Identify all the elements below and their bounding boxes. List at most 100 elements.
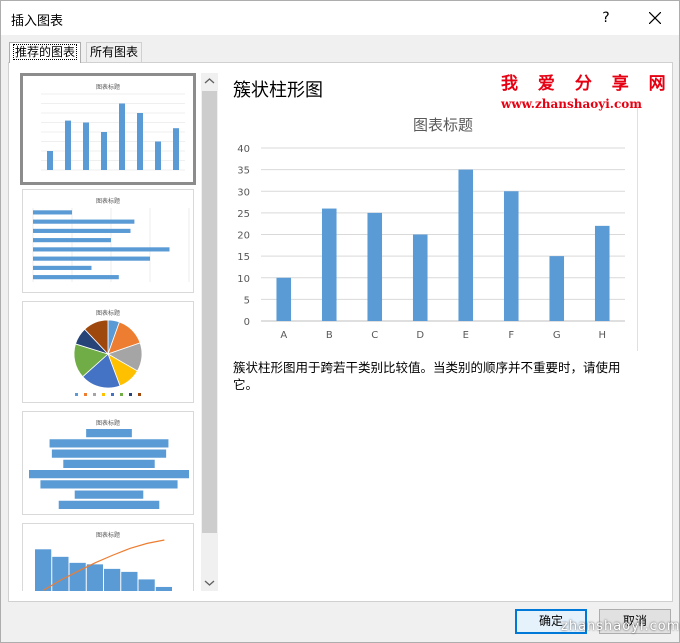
x-tick-label: H bbox=[598, 330, 606, 341]
title-bar: 插入图表 ? bbox=[1, 1, 679, 35]
x-tick-label: D bbox=[416, 330, 424, 341]
bar bbox=[33, 228, 131, 233]
x-tick-label: B bbox=[326, 330, 333, 341]
bar bbox=[458, 169, 474, 321]
legend-swatch bbox=[75, 393, 78, 396]
y-tick-label: 35 bbox=[237, 166, 250, 177]
preview-column-chart: 图表标题 0 5 10 15 20 25 30 35 40 A B C D E F G H bbox=[237, 116, 625, 341]
x-tick-label: G bbox=[553, 330, 561, 341]
legend-swatch bbox=[120, 393, 123, 396]
bar bbox=[155, 141, 161, 170]
bar bbox=[29, 470, 189, 479]
y-tick-label: 10 bbox=[237, 274, 250, 285]
bar bbox=[33, 247, 170, 252]
scroll-up-button[interactable] bbox=[201, 73, 218, 90]
tab-recommended-charts[interactable]: 推荐的图表 bbox=[9, 42, 82, 63]
bar bbox=[549, 256, 565, 321]
x-tick-label: F bbox=[508, 330, 514, 341]
dialog-title: 插入图表 bbox=[11, 14, 64, 29]
x-tick-label: C bbox=[371, 330, 378, 341]
thumbnail-bar-chart bbox=[32, 208, 190, 282]
y-tick-label: 15 bbox=[237, 252, 250, 263]
y-tick-label: 5 bbox=[244, 295, 250, 306]
bar bbox=[35, 549, 52, 591]
y-tick-label: 40 bbox=[237, 144, 250, 155]
y-tick-label: 25 bbox=[237, 209, 250, 220]
legend-swatch bbox=[102, 393, 105, 396]
chart-preview: 图表标题 0 5 10 15 20 25 30 35 40 A B C D E F G H bbox=[233, 101, 638, 351]
bar bbox=[74, 490, 144, 499]
bar bbox=[137, 113, 143, 170]
bar bbox=[52, 556, 69, 591]
thumbnail-funnel-chart bbox=[29, 429, 189, 509]
tab-label: 推荐的图表 bbox=[13, 44, 78, 60]
bar bbox=[65, 120, 71, 170]
bar bbox=[138, 579, 155, 591]
thumbnail-pareto-chart bbox=[35, 539, 172, 591]
bar bbox=[58, 500, 160, 509]
y-tick-label: 30 bbox=[237, 187, 250, 198]
chart-title: 图表标题 bbox=[413, 116, 473, 134]
thumbnail-clustered-bar[interactable]: 图表标题 bbox=[22, 189, 194, 293]
close-icon bbox=[649, 12, 661, 24]
scroll-thumb[interactable] bbox=[202, 91, 217, 533]
scroll-down-button[interactable] bbox=[201, 574, 218, 591]
y-tick-label: 20 bbox=[237, 231, 250, 242]
close-button[interactable] bbox=[637, 1, 673, 35]
bar bbox=[503, 191, 519, 321]
thumbnail-column-chart bbox=[41, 93, 185, 171]
chevron-down-icon bbox=[204, 580, 215, 586]
watermark-bottom: zhanshaoyi.com bbox=[561, 619, 680, 634]
bar bbox=[276, 277, 292, 321]
bar bbox=[33, 265, 92, 270]
bar bbox=[173, 128, 179, 170]
bar bbox=[33, 210, 72, 215]
bar bbox=[321, 208, 337, 321]
bar bbox=[155, 586, 172, 591]
bar bbox=[40, 480, 178, 489]
x-tick-label: E bbox=[463, 330, 469, 341]
tab-all-charts[interactable]: 所有图表 bbox=[86, 42, 143, 62]
thumbnail-scrollbar[interactable] bbox=[201, 73, 218, 591]
recommended-charts-list: 图表标题 图表标题 图表标题 图表标题 图表标题 bbox=[16, 73, 200, 591]
bar bbox=[83, 122, 89, 170]
bar bbox=[63, 459, 155, 468]
bar bbox=[86, 429, 132, 438]
watermark-url: www.zhanshaoyi.com bbox=[501, 97, 642, 111]
bar bbox=[49, 439, 169, 448]
tab-label: 所有图表 bbox=[90, 45, 139, 59]
thumbnail-pie[interactable]: 图表标题 bbox=[22, 301, 194, 403]
bar bbox=[33, 275, 119, 280]
legend-swatch bbox=[138, 393, 141, 396]
bar bbox=[33, 238, 111, 243]
chart-description: 簇状柱形图用于跨若干类别比较值。当类别的顺序并不重要时，请使用它。 bbox=[233, 360, 621, 392]
legend-swatch bbox=[111, 393, 114, 396]
bar bbox=[33, 219, 135, 224]
bar bbox=[412, 234, 428, 321]
bar bbox=[86, 564, 103, 591]
thumbnail-funnel[interactable]: 图表标题 bbox=[22, 411, 194, 515]
bar bbox=[119, 103, 125, 170]
insert-chart-dialog: 插入图表 ? 推荐的图表 所有图表 图表标题 图表标题 图表标题 图表标题 图表… bbox=[0, 0, 680, 643]
watermark-brand: 我 爱 分 享 网 bbox=[501, 74, 673, 94]
chevron-up-icon bbox=[204, 78, 215, 84]
y-tick-label: 0 bbox=[244, 317, 250, 328]
bar bbox=[47, 151, 53, 170]
x-tick-label: A bbox=[280, 330, 287, 341]
chart-type-name: 簇状柱形图 bbox=[233, 80, 323, 101]
legend-swatch bbox=[84, 393, 87, 396]
thumbnail-clustered-column[interactable]: 图表标题 bbox=[20, 73, 196, 185]
bar bbox=[104, 568, 121, 591]
bar bbox=[121, 571, 138, 591]
bar bbox=[367, 212, 383, 321]
bar bbox=[69, 562, 86, 591]
bar bbox=[51, 449, 167, 458]
thumbnail-pareto[interactable]: 图表标题 bbox=[22, 523, 194, 591]
bar bbox=[594, 225, 610, 321]
bar bbox=[101, 132, 107, 170]
bar bbox=[33, 256, 150, 261]
thumbnail-pie-chart bbox=[73, 319, 143, 396]
help-button[interactable]: ? bbox=[591, 1, 621, 35]
legend-swatch bbox=[93, 393, 96, 396]
legend-swatch bbox=[129, 393, 132, 396]
